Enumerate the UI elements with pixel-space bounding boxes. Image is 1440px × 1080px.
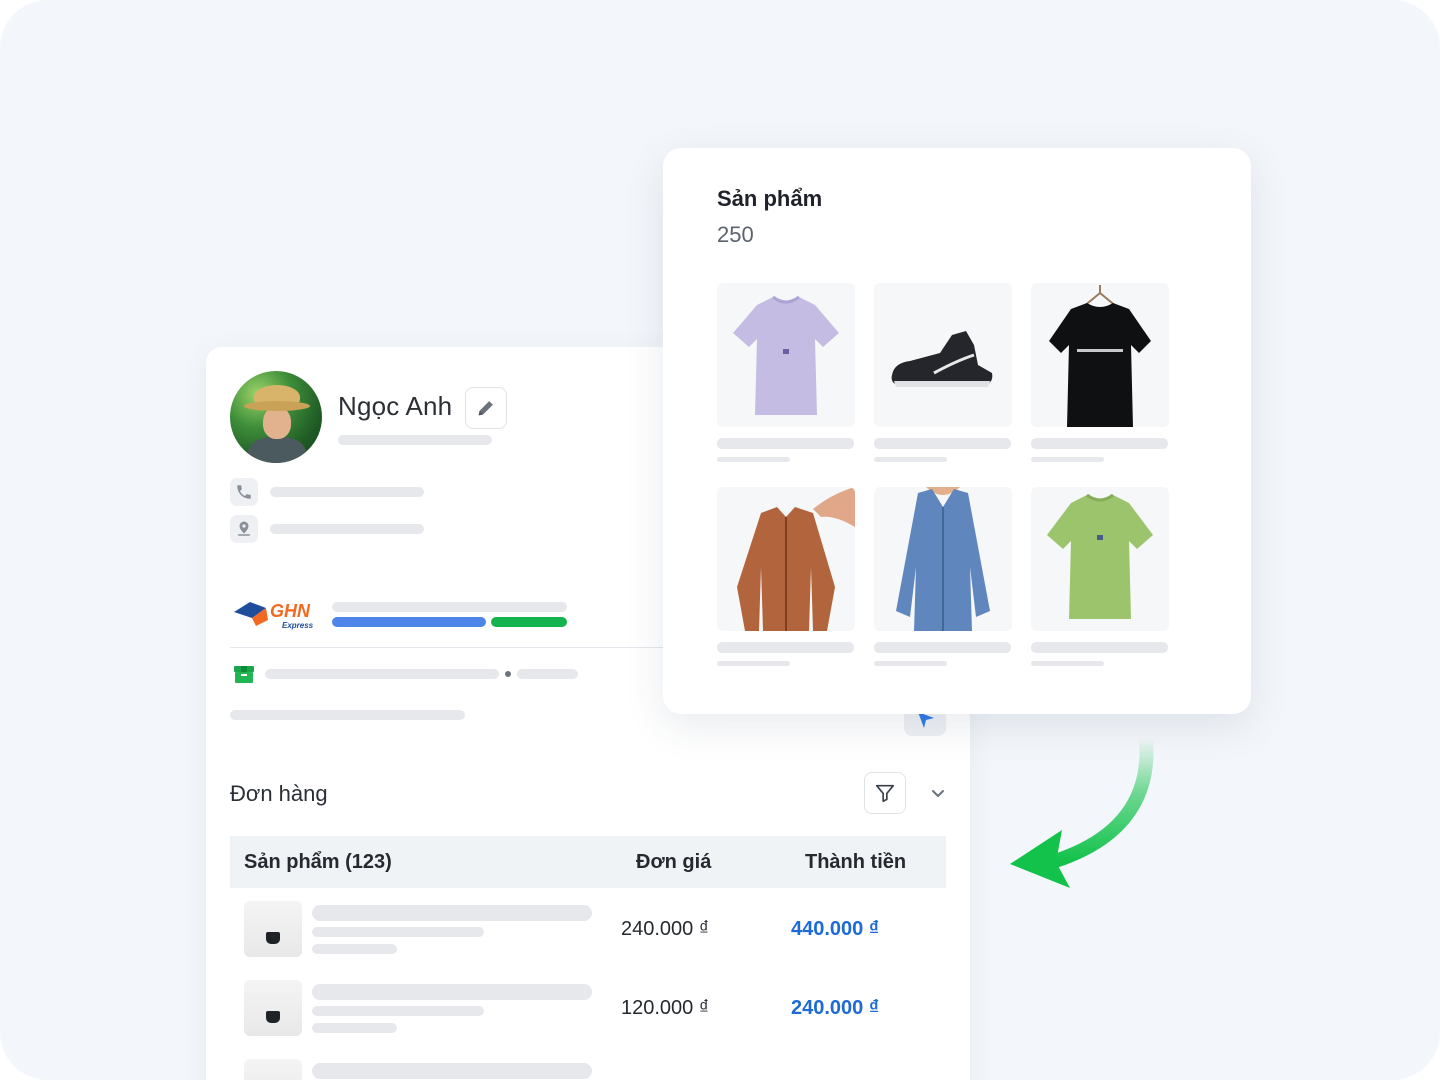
pencil-icon: [478, 401, 493, 416]
product-variant-placeholder: [312, 927, 484, 937]
black-tshirt-image[interactable]: [1031, 283, 1169, 427]
address-placeholder: [270, 524, 424, 534]
orders-table-header: Sản phẩm (123) Đơn giá Thành tiền: [230, 836, 946, 888]
product-name-placeholder: [312, 1063, 592, 1079]
filter-icon: [875, 784, 895, 803]
table-row[interactable]: 120.000 ₫ 240.000 ₫: [230, 968, 946, 1044]
shipping-status-placeholder: [332, 602, 567, 612]
package-icon: [232, 662, 256, 686]
product-price-placeholder: [874, 457, 947, 462]
shipping-progress-blue: [332, 617, 486, 627]
note-placeholder: [230, 710, 465, 720]
product-price-placeholder: [874, 661, 947, 666]
unit-price: 120.000 ₫: [621, 997, 710, 1019]
phone-placeholder: [270, 487, 424, 497]
package-info-placeholder: [265, 669, 499, 679]
product-name-placeholder: [874, 642, 1011, 653]
product-name-placeholder: [717, 642, 854, 653]
customer-subtitle-placeholder: [338, 435, 492, 445]
product-name-placeholder: [1031, 438, 1168, 449]
carrier-logo-text: GHN: [270, 601, 311, 621]
products-popup: Sản phẩm 250: [663, 148, 1251, 714]
products-title: Sản phẩm: [717, 186, 823, 211]
product-thumbnail: [244, 980, 302, 1036]
product-thumbnail: [244, 1059, 302, 1080]
package-meta-placeholder: [517, 669, 578, 679]
product-price-placeholder: [717, 661, 790, 666]
filter-button[interactable]: [864, 772, 906, 814]
lavender-tshirt-image[interactable]: [717, 283, 855, 427]
product-price-placeholder: [717, 457, 790, 462]
edit-customer-button[interactable]: [465, 387, 507, 429]
canvas: Ngọc Anh GHN Express Đơn hàng Sản phẩm (…: [0, 0, 1440, 1080]
line-total: 240.000 ₫: [791, 997, 880, 1019]
location-pin-icon: [230, 515, 258, 543]
column-total[interactable]: Thành tiền: [805, 851, 906, 874]
customer-name: Ngọc Anh: [338, 391, 453, 421]
shipping-progress-green: [491, 617, 567, 627]
blue-blouse-image[interactable]: [874, 487, 1012, 631]
product-name-placeholder: [717, 438, 854, 449]
product-price-placeholder: [1031, 661, 1104, 666]
separator-dot: [505, 671, 511, 677]
product-name-placeholder: [1031, 642, 1168, 653]
column-product[interactable]: Sản phẩm (123): [244, 851, 392, 874]
curved-arrow-icon: [1010, 731, 1154, 888]
product-price-placeholder: [1031, 457, 1104, 462]
product-variant-placeholder: [312, 1006, 484, 1016]
product-sku-placeholder: [312, 944, 397, 954]
unit-price: 240.000 ₫: [621, 918, 710, 940]
customer-avatar: [230, 371, 322, 463]
black-sneaker-image[interactable]: [874, 283, 1012, 427]
carrier-logo-subtext: Express: [282, 621, 314, 630]
chevron-down-icon[interactable]: [928, 783, 948, 803]
product-thumbnail: [244, 901, 302, 957]
table-row[interactable]: 240.000 ₫ 440.000 ₫: [230, 889, 946, 965]
brown-jacket-image[interactable]: [717, 487, 855, 631]
column-unit-price[interactable]: Đơn giá: [636, 851, 711, 874]
line-total: 440.000 ₫: [791, 918, 880, 940]
ghn-express-logo: GHN Express: [232, 598, 322, 630]
green-tshirt-image[interactable]: [1031, 487, 1169, 631]
product-name-placeholder: [312, 984, 592, 1000]
product-name-placeholder: [312, 905, 592, 921]
products-count: 250: [717, 222, 754, 247]
phone-icon: [230, 478, 258, 506]
product-name-placeholder: [874, 438, 1011, 449]
product-sku-placeholder: [312, 1023, 397, 1033]
orders-title: Đơn hàng: [230, 781, 328, 806]
table-row[interactable]: [230, 1047, 946, 1080]
